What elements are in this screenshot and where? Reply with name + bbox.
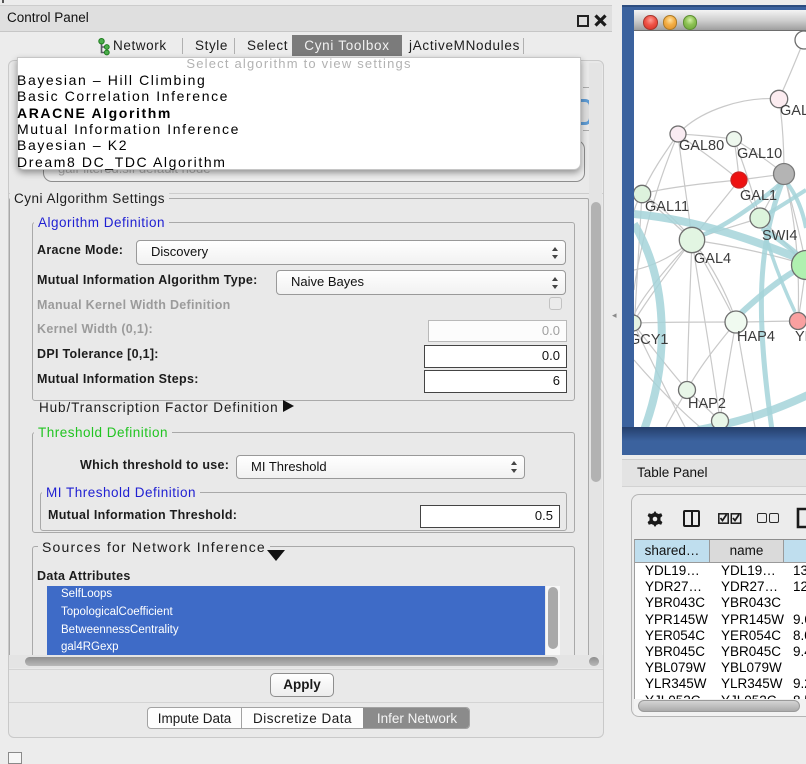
svg-text:GAL7: GAL7	[780, 103, 806, 119]
svg-text:SWI4: SWI4	[762, 228, 797, 244]
svg-text:GAL11: GAL11	[645, 199, 689, 215]
svg-text:HAP4: HAP4	[737, 329, 775, 345]
svg-text:GAL10: GAL10	[737, 146, 782, 162]
svg-text:GAL4: GAL4	[694, 251, 731, 267]
svg-text:GAL1: GAL1	[740, 188, 777, 204]
svg-text:GCY1: GCY1	[634, 332, 669, 348]
svg-text:GAL80: GAL80	[679, 138, 724, 154]
svg-text:YD: YD	[795, 329, 806, 345]
svg-text:HAP2: HAP2	[688, 396, 726, 412]
